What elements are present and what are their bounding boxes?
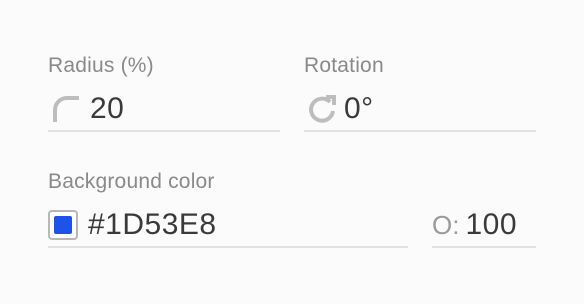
opacity-icon: O: — [432, 209, 460, 240]
opacity-value[interactable]: 100 — [465, 208, 517, 242]
background-color-label: Background color — [48, 170, 215, 193]
background-hex-value[interactable]: #1D53E8 — [88, 208, 217, 242]
rotation-label: Rotation — [304, 54, 384, 77]
opacity-field[interactable]: O: 100 — [432, 204, 536, 248]
color-swatch — [54, 216, 72, 234]
rotation-field[interactable]: 0° — [304, 88, 536, 132]
radius-field[interactable]: 20 — [48, 88, 280, 132]
corner-radius-icon — [48, 91, 84, 127]
background-color-field[interactable]: #1D53E8 — [48, 204, 408, 248]
radius-value[interactable]: 20 — [90, 92, 124, 126]
rotate-icon — [304, 91, 340, 127]
color-swatch-button[interactable] — [48, 210, 78, 240]
radius-label: Radius (%) — [48, 54, 154, 77]
rotation-value[interactable]: 0° — [344, 92, 374, 126]
